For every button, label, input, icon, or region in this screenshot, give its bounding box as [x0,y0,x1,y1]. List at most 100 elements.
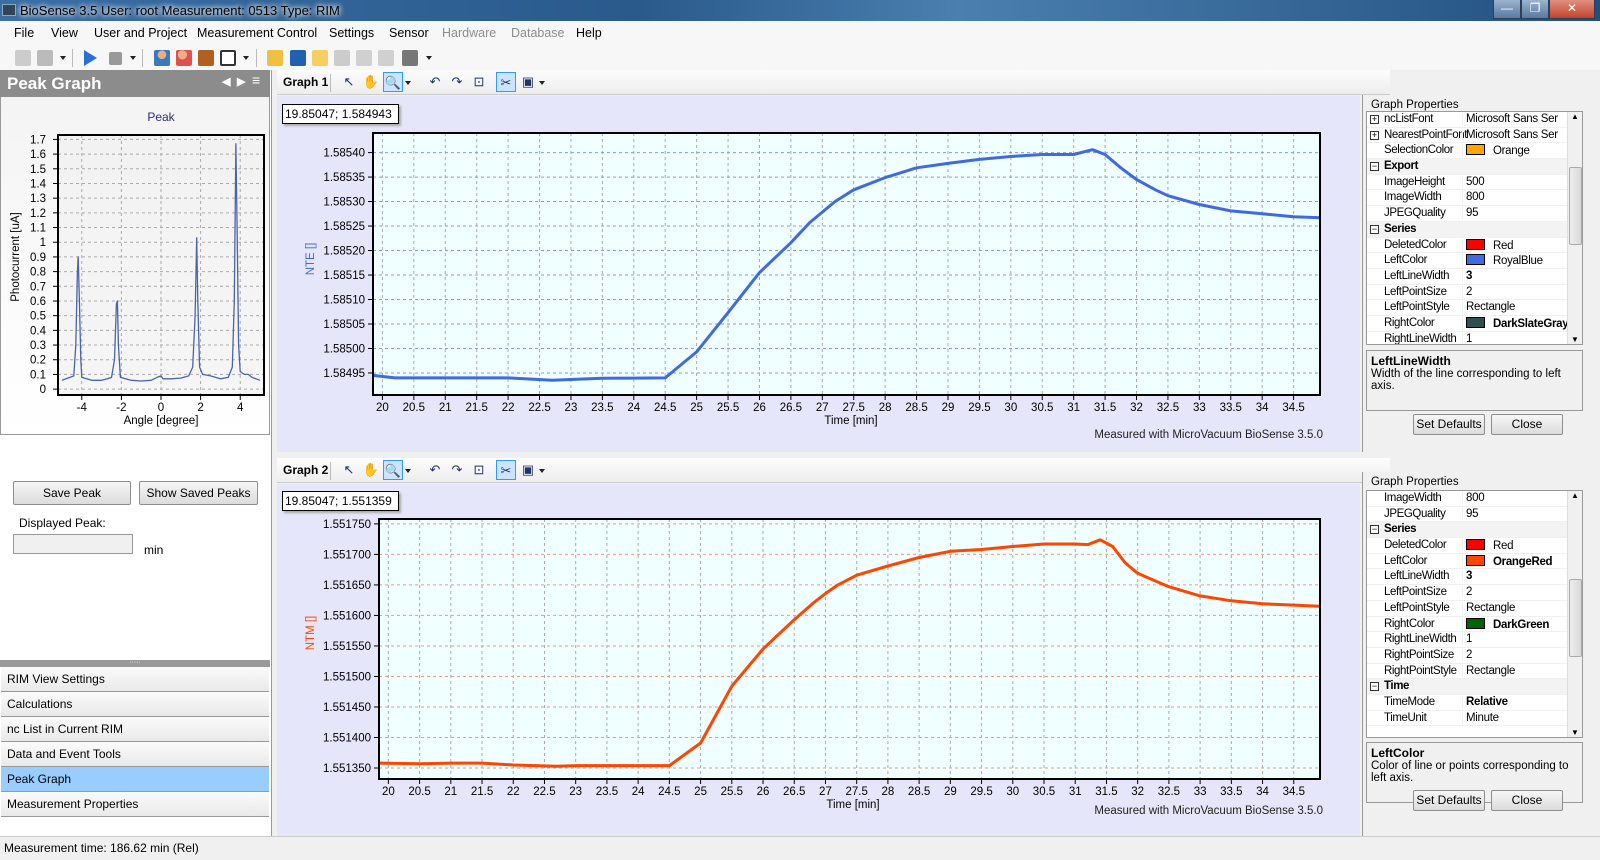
scroll-up-icon[interactable]: ▲ [1568,491,1582,500]
set-defaults-button[interactable]: Set Defaults [1413,414,1485,435]
chevron-down-icon[interactable] [130,56,136,60]
expand-icon[interactable]: + [1370,130,1379,140]
close-button[interactable]: Close [1491,414,1563,435]
menu-user-and-project[interactable]: User and Project [94,26,187,40]
property-grid[interactable]: ImageWidth 800 JPEGQuality 95− Series Deleted… [1366,490,1583,738]
property-value[interactable]: Rectangle [1462,301,1582,314]
import-icon[interactable] [378,50,394,66]
collapse-icon[interactable]: − [1370,682,1379,692]
property-value[interactable]: RoyalBlue [1462,254,1582,268]
property-value[interactable]: 2 [1462,285,1582,298]
collapse-icon[interactable]: − [1370,224,1379,234]
chevron-down-icon[interactable] [243,56,249,60]
property-value[interactable]: 3 [1462,570,1582,583]
settings-tools-icon[interactable]: ✂ [496,460,516,480]
property-value[interactable]: Minute [1462,711,1582,724]
fit-view-icon[interactable]: ⊡ [469,460,489,480]
menu-file[interactable]: File [14,26,34,40]
collapse-icon[interactable]: − [1370,525,1379,535]
property-row[interactable]: RightLineWidth 1 [1367,332,1582,344]
pointer-icon[interactable]: ↖ [339,460,359,480]
property-row[interactable]: LeftColor OrangeRed [1367,554,1582,570]
property-value[interactable]: Rectangle [1462,664,1582,677]
report-icon[interactable] [334,50,350,66]
menu-help[interactable]: Help [576,26,602,40]
open-folder-icon[interactable] [267,50,283,66]
expand-icon[interactable]: + [1370,115,1379,124]
nav-item-measurement-properties[interactable]: Measurement Properties [1,792,269,817]
pan-hand-icon[interactable]: ✋ [361,460,381,480]
property-grid[interactable]: + ncListFont Microsoft Sans Ser + NearestPoi… [1366,111,1583,345]
project-icon[interactable] [198,50,214,66]
property-value[interactable]: 3 [1462,269,1582,282]
property-row[interactable]: RightPointSize 2 [1367,648,1582,664]
chevron-down-icon[interactable] [405,469,411,473]
property-row[interactable]: + NearestPointFont Microsoft Sans Ser [1367,128,1582,144]
connect-icon[interactable] [15,50,31,66]
notebook-icon[interactable] [220,50,236,66]
nav-item-peak-graph[interactable]: Peak Graph [1,767,269,792]
export-icon[interactable] [356,50,372,66]
collapse-icon[interactable]: − [1370,162,1379,172]
property-value[interactable]: DarkSlateGray [1462,316,1582,330]
chevron-down-icon[interactable] [539,81,545,85]
property-value[interactable]: 95 [1462,507,1582,520]
arrow-right-icon[interactable]: ▶ [237,75,245,88]
property-row[interactable]: JPEGQuality 95 [1367,206,1582,222]
chevron-down-icon[interactable] [539,469,545,473]
play-icon[interactable] [84,50,97,66]
property-value[interactable]: 500 [1462,175,1582,188]
property-row[interactable]: ImageWidth 800 [1367,491,1582,507]
save-disk-icon[interactable]: ▣ [518,460,538,480]
property-row[interactable]: TimeMode Relative [1367,695,1582,711]
zoom-icon[interactable]: 🔍 [383,72,403,92]
nav-item-data-and-event-tools[interactable]: Data and Event Tools [1,742,269,767]
property-value[interactable]: 2 [1462,648,1582,661]
minimize-button[interactable]: — [1493,0,1521,19]
property-value[interactable]: Red [1462,238,1582,252]
property-row[interactable]: SelectionColor Orange [1367,143,1582,160]
users-icon[interactable] [176,50,192,66]
chevron-down-icon[interactable] [426,56,432,60]
scroll-thumb[interactable] [1569,579,1582,657]
close-button[interactable]: Close [1491,790,1563,811]
property-value[interactable]: Microsoft Sans Ser [1462,128,1582,141]
stop-icon[interactable] [109,52,122,65]
scroll-down-icon[interactable]: ▼ [1568,335,1582,344]
splitter-handle[interactable]: ····· [0,659,270,667]
save-icon[interactable] [290,50,306,66]
save-peak-button[interactable]: Save Peak [13,481,131,505]
save-disk-icon[interactable]: ▣ [518,72,538,92]
scroll-thumb[interactable] [1569,167,1582,245]
property-row[interactable]: RightColor DarkGreen [1367,617,1582,633]
print-icon[interactable] [402,50,418,66]
property-row[interactable]: DeletedColor Red [1367,538,1582,554]
close-window-button[interactable]: ✕ [1549,0,1595,19]
scroll-down-icon[interactable]: ▼ [1568,728,1582,737]
graph1-chart[interactable]: 20 20.5 21 21.5 22 22.5 23 23.5 24 24.5 25 25.5 26 26… [277,96,1360,452]
property-value[interactable]: DarkGreen [1462,617,1582,631]
property-value[interactable]: Orange [1462,144,1582,158]
property-value[interactable]: Relative [1462,695,1582,708]
zoom-icon[interactable]: 🔍 [383,460,403,480]
property-value[interactable]: 1 [1462,332,1582,344]
set-defaults-button[interactable]: Set Defaults [1413,790,1485,811]
property-row[interactable]: RightLineWidth 1 [1367,632,1582,648]
property-row[interactable]: TimeUnit Minute [1367,711,1582,727]
pan-hand-icon[interactable]: ✋ [361,72,381,92]
restore-button[interactable]: ❐ [1521,0,1549,19]
nav-item-rim-view-settings[interactable]: RIM View Settings [1,667,269,692]
undo-icon[interactable]: ↶ [425,460,445,480]
property-row[interactable]: ImageWidth 800 [1367,190,1582,207]
menu-hardware[interactable]: Hardware [442,26,496,40]
redo-icon[interactable]: ↷ [447,460,467,480]
property-value[interactable]: OrangeRed [1462,554,1582,568]
show-saved-peaks-button[interactable]: Show Saved Peaks [139,481,258,505]
property-row[interactable]: − Export [1367,159,1582,175]
chevron-down-icon[interactable] [405,81,411,85]
scrollbar[interactable]: ▲ ▼ [1567,112,1582,344]
fit-view-icon[interactable]: ⊡ [469,72,489,92]
property-row[interactable]: LeftPointSize 2 [1367,285,1582,301]
property-row[interactable]: DeletedColor Red [1367,238,1582,254]
chevron-down-icon[interactable] [60,56,66,60]
